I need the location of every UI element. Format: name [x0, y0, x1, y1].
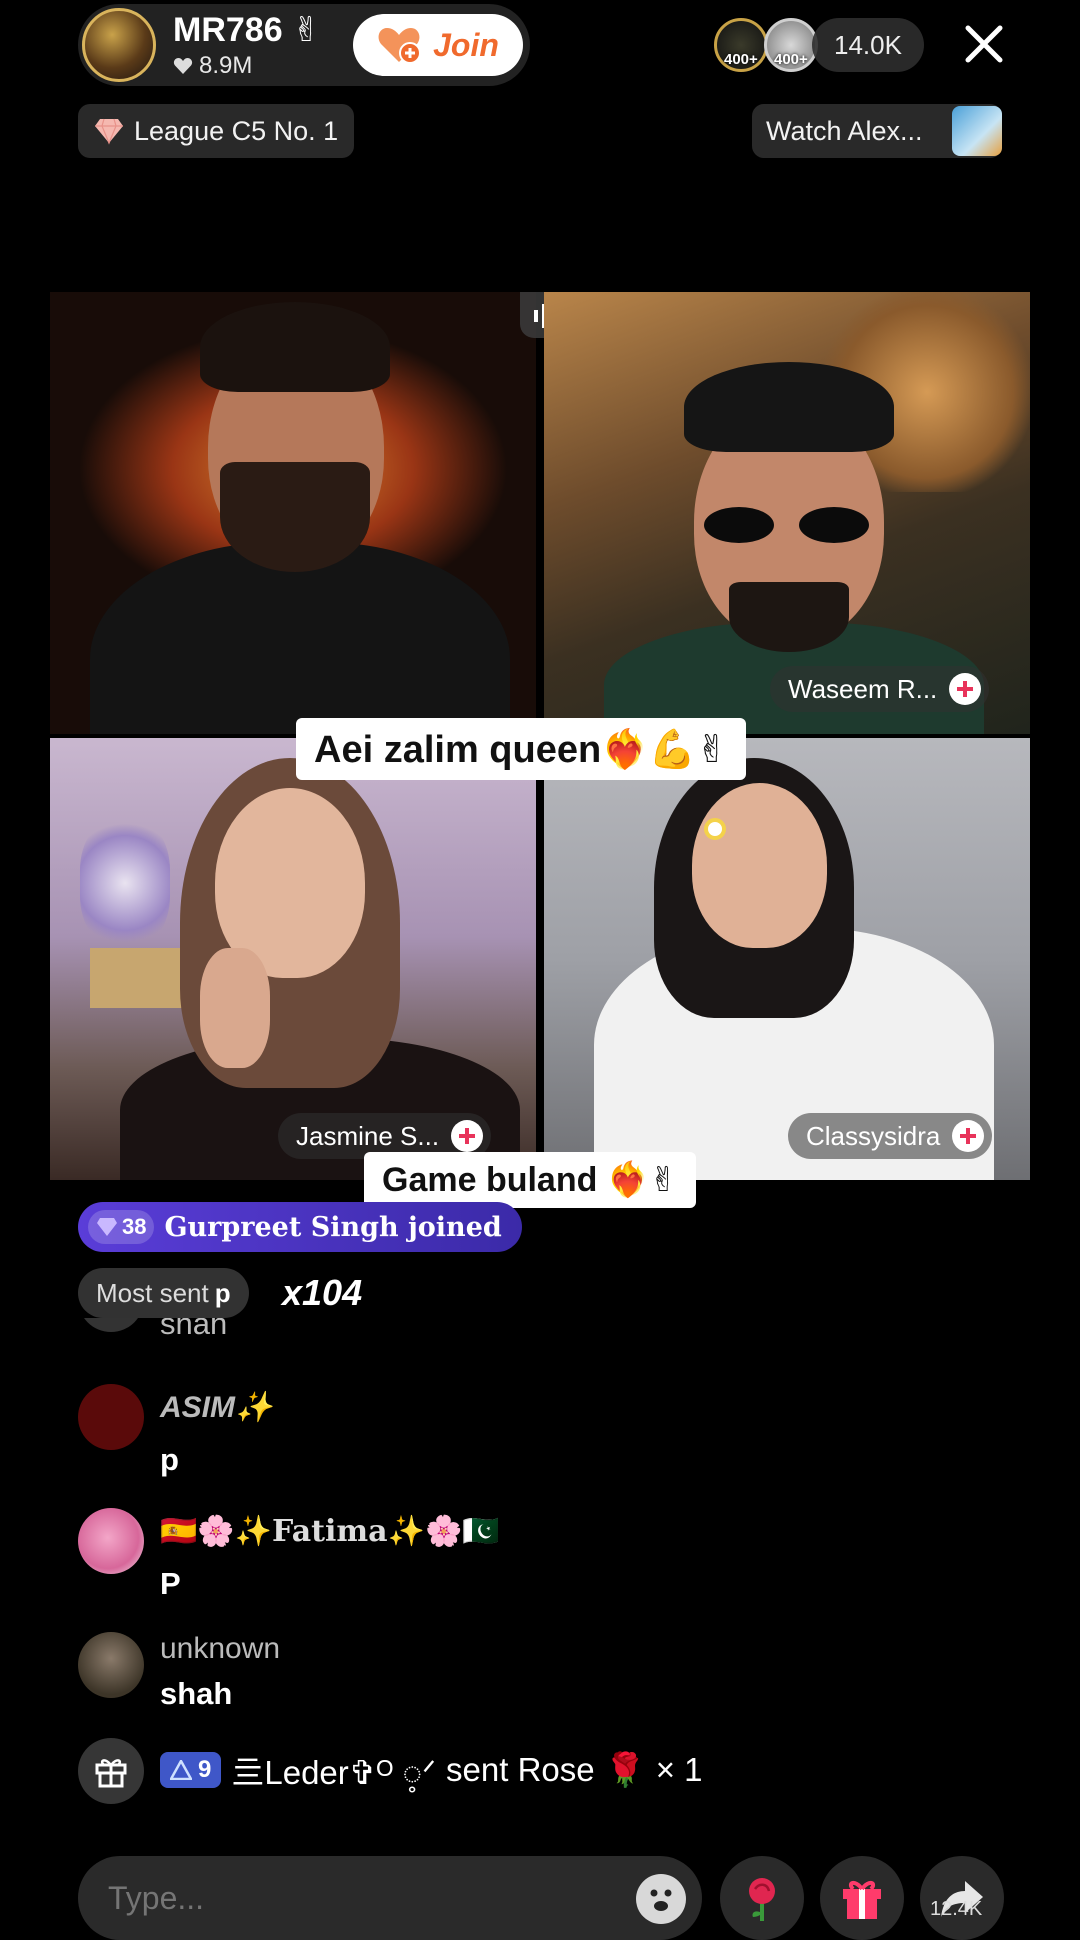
guest-name-tag-1[interactable]: Waseem R... — [770, 666, 990, 712]
gift-sender[interactable]: 亖Leder✞ᴼ ◌̥ᐟ — [231, 1746, 436, 1794]
heart-icon — [173, 58, 193, 74]
guest-video-host[interactable] — [50, 292, 536, 734]
guest-name-tag-3[interactable]: Classysidra — [788, 1113, 993, 1159]
chat-item-partial: shah — [78, 1318, 978, 1346]
person-hair — [684, 362, 894, 452]
person-hair — [200, 302, 390, 392]
chat-avatar[interactable] — [78, 1384, 144, 1450]
host-avatar[interactable] — [82, 8, 156, 82]
top-gifter-avatar-1[interactable]: 400+ — [714, 18, 768, 72]
diamond-icon — [95, 118, 123, 145]
chat-avatar[interactable] — [78, 1632, 144, 1698]
chat-avatar[interactable] — [78, 1508, 144, 1574]
heart-plus-icon — [378, 28, 422, 64]
sender-level-badge: 9 — [160, 1752, 222, 1788]
level-triangle-icon — [170, 1760, 192, 1780]
follow-plus-icon[interactable] — [952, 1120, 985, 1152]
watch-suggestion[interactable]: Watch Alex... — [752, 104, 1002, 158]
watch-label: Watch Alex... — [766, 115, 923, 146]
gift-icon — [843, 1881, 881, 1919]
host-name-text: MR786 — [173, 11, 283, 49]
emoji-face-icon — [650, 1889, 672, 1911]
gift-event-icon — [78, 1738, 144, 1804]
follow-plus-icon[interactable] — [451, 1120, 484, 1152]
gift-button[interactable] — [820, 1856, 904, 1940]
chat-message: shah — [160, 1676, 233, 1711]
chat-username[interactable]: ASIM✨ — [160, 1390, 272, 1425]
joined-text: Gurpreet Singh joined — [164, 1211, 502, 1243]
gift-box-icon — [95, 1759, 127, 1788]
league-badge[interactable]: League C5 No. 1 — [78, 104, 355, 158]
rank-tag-1: 400+ — [724, 51, 758, 68]
gift-action: sent Rose — [446, 1751, 595, 1788]
join-button[interactable]: Join — [353, 14, 523, 76]
gift-emoji: 🌹 — [604, 1750, 646, 1788]
person-beard — [220, 462, 370, 572]
person-beard — [729, 582, 849, 652]
host-name-emoji: ✌ — [292, 11, 321, 49]
chat-username[interactable]: 🇪🇸🌸✨Fatima✨🌸🇵🇰 — [160, 1514, 500, 1549]
guest-name-3: Classysidra — [806, 1120, 941, 1151]
host-likes: 8.9M — [173, 52, 252, 80]
person-hand — [200, 948, 270, 1068]
comment-input[interactable] — [78, 1856, 702, 1940]
follow-plus-icon[interactable] — [949, 673, 982, 705]
chat-message: P — [160, 1566, 181, 1601]
close-icon[interactable] — [962, 22, 1006, 66]
join-notification: 38 Gurpreet Singh joined — [78, 1202, 522, 1252]
share-count: 12.4K — [930, 1898, 983, 1920]
chat-avatar[interactable] — [78, 1318, 144, 1332]
watch-thumbnail — [952, 106, 1002, 156]
side-table — [90, 948, 190, 1008]
rank-tag-2: 400+ — [774, 51, 808, 68]
most-sent-count: x104 — [282, 1272, 363, 1313]
gift-count: × 1 — [655, 1751, 703, 1788]
host-name: MR786 ✌ — [173, 10, 321, 50]
most-sent-label: Most sent — [96, 1277, 209, 1308]
chat-message: p — [160, 1442, 179, 1477]
caption-1: Aei zalim queen❤️‍🔥💪✌ — [296, 718, 746, 780]
sunglasses-right — [799, 507, 869, 543]
caption-2: Game buland ❤️‍🔥✌ — [364, 1152, 696, 1208]
diamond-icon — [97, 1218, 117, 1236]
top-gifter-avatar-2[interactable]: 400+ — [764, 18, 818, 72]
guest-name-2: Jasmine S... — [296, 1120, 440, 1151]
sunglasses-left — [704, 507, 774, 543]
join-label: Join — [433, 26, 499, 63]
chat-message: shah — [160, 1318, 228, 1341]
host-likes-count: 8.9M — [199, 52, 253, 79]
most-sent-value: p — [214, 1277, 231, 1308]
chat-username[interactable]: unknown — [160, 1632, 280, 1666]
emoji-icon[interactable] — [636, 1874, 686, 1924]
person-face — [692, 783, 827, 948]
flower-vase — [80, 818, 170, 948]
hair-flower — [704, 818, 726, 840]
user-level: 38 — [122, 1214, 147, 1239]
guest-name-1: Waseem R... — [788, 673, 938, 704]
gift-event: 9 亖Leder✞ᴼ ◌̥ᐟ sent Rose 🌹 × 1 — [160, 1746, 703, 1794]
league-label: League C5 No. 1 — [134, 115, 339, 146]
viewer-count[interactable]: 14.0K — [812, 18, 924, 72]
most-sent-pill: Most sent p — [78, 1268, 249, 1318]
user-level-badge: 38 — [88, 1210, 155, 1244]
rose-gift-button[interactable] — [720, 1856, 804, 1940]
rose-icon — [749, 1878, 775, 1921]
sender-level: 9 — [198, 1756, 212, 1783]
